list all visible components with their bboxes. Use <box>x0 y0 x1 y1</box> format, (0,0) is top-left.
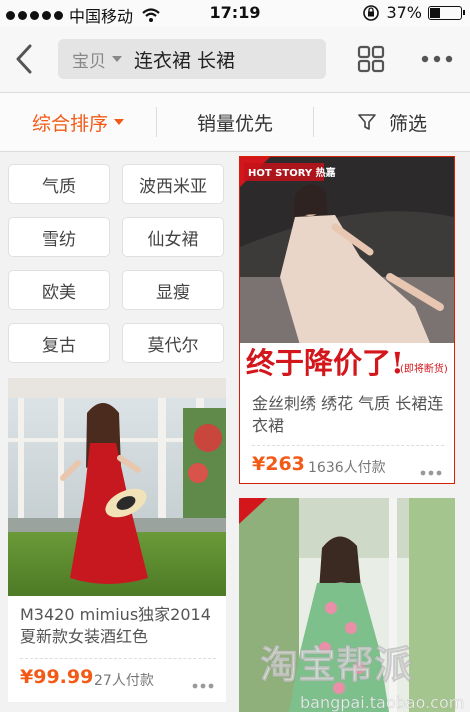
back-arrow-icon[interactable] <box>10 42 40 76</box>
sort-comprehensive-tab[interactable]: 综合排序 <box>0 93 156 151</box>
more-options-icon[interactable] <box>420 469 442 477</box>
filter-funnel-icon <box>358 114 376 130</box>
sales-count: 27人付款 <box>94 673 154 689</box>
tag-button[interactable]: 显瘦 <box>122 270 224 310</box>
search-input[interactable]: 宝贝 连衣裙 长裙 <box>58 39 326 79</box>
rotation-lock-icon <box>363 4 380 21</box>
chevron-down-icon <box>114 119 124 125</box>
tag-button[interactable]: 欧美 <box>8 270 110 310</box>
tag-button[interactable]: 莫代尔 <box>122 323 224 363</box>
watermark-url: bangpai.taobao.com <box>300 693 464 712</box>
more-options-icon[interactable] <box>192 682 214 690</box>
chevron-down-icon <box>112 56 122 62</box>
status-bar: 中国移动 17:19 37% <box>0 0 470 26</box>
sales-count: 1636人付款 <box>308 460 386 476</box>
battery-icon <box>428 5 465 20</box>
watermark-brand: 淘宝帮派 <box>260 643 412 687</box>
product-title[interactable]: M3420 mimius独家2014夏新款女装酒红色 <box>20 604 216 648</box>
search-nav-bar: 宝贝 连衣裙 长裙 <box>0 26 470 93</box>
quick-filter-tags: 气质 波西米亚 雪纺 仙女裙 欧美 显瘦 复古 莫代尔 <box>8 164 226 363</box>
product-card-selected[interactable]: 终于降价了! (即将断货) HOT STORY 热嘉 金丝刺绣 绣花 气质 长裙… <box>239 156 455 484</box>
product-price: ¥99.99 <box>20 666 94 688</box>
hot-story-badge: HOT STORY 热嘉 <box>248 166 336 179</box>
divider <box>252 445 444 446</box>
tag-button[interactable]: 气质 <box>8 164 110 204</box>
tag-button[interactable]: 复古 <box>8 323 110 363</box>
battery-percent: 37% <box>386 3 422 22</box>
sort-sales-label: 销量优先 <box>196 112 273 135</box>
grid-view-icon[interactable] <box>356 44 386 74</box>
tag-button[interactable]: 雪纺 <box>8 217 110 257</box>
sort-bar: 综合排序 销量优先 筛选 <box>0 93 470 152</box>
sort-comprehensive-label: 综合排序 <box>31 112 108 135</box>
filter-button[interactable]: 筛选 <box>314 93 470 151</box>
search-query-text[interactable]: 连衣裙 长裙 <box>134 46 235 73</box>
product-card[interactable]: M3420 mimius独家2014夏新款女装酒红色 ¥99.99 27人付款 <box>8 378 226 702</box>
tag-button[interactable]: 波西米亚 <box>122 164 224 204</box>
filter-label: 筛选 <box>388 112 427 135</box>
promo-banner-subtext: (即将断货) <box>400 362 448 375</box>
sort-sales-tab[interactable]: 销量优先 <box>157 93 313 151</box>
divider <box>20 658 216 659</box>
more-options-icon[interactable] <box>420 52 454 66</box>
tag-button[interactable]: 仙女裙 <box>122 217 224 257</box>
product-image[interactable]: 终于降价了! (即将断货) HOT STORY 热嘉 <box>240 157 454 383</box>
promo-banner-text: 终于降价了! <box>246 346 404 380</box>
product-image[interactable] <box>8 378 226 596</box>
taobao-bangpai-watermark: 淘宝帮派 bangpai.taobao.com <box>260 643 465 712</box>
search-scope-label[interactable]: 宝贝 <box>72 47 106 72</box>
product-title[interactable]: 金丝刺绣 绣花 气质 长裙连衣裙 <box>252 393 444 437</box>
product-price: ¥263 <box>252 453 305 475</box>
